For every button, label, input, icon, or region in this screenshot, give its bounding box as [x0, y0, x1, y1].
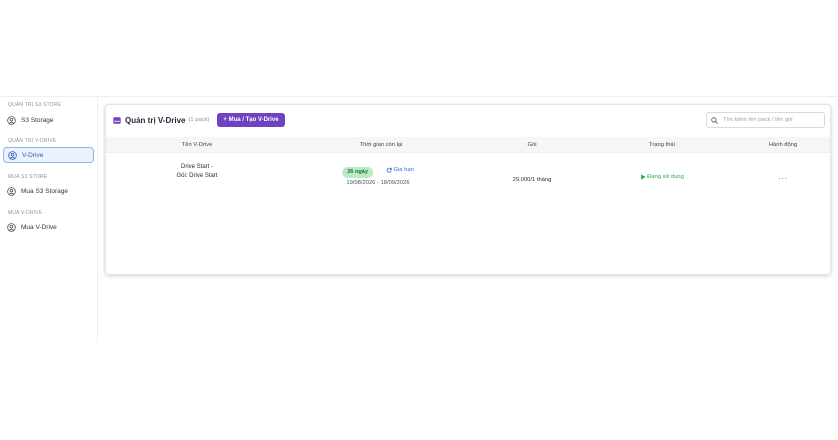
- renew-link[interactable]: Gia hạn: [386, 167, 414, 173]
- plan-price-cell: 29,000/1 tháng: [513, 168, 552, 186]
- user-circle-icon: [7, 222, 16, 232]
- column-header-name: Tên V-Drive: [181, 142, 213, 148]
- column-header-actions: Hành động: [768, 142, 798, 148]
- sidebar-item-buy-s3-storage[interactable]: Mua S3 Storage: [3, 183, 94, 199]
- sidebar: QUẢN TRỊ S3 STORE S3 Storage QUẢN TRỊ V-…: [0, 97, 98, 342]
- pack-plan-name: Gói: Drive Start: [176, 172, 218, 179]
- search-input[interactable]: [723, 117, 823, 123]
- refresh-icon: [386, 167, 393, 173]
- remaining-time-cell: 26 ngày Gia hạn 19/08/2026 - 18/09/2026: [342, 160, 414, 186]
- sidebar-item-label: Mua V-Drive: [21, 223, 57, 231]
- plan-price: 29,000/1 tháng: [512, 177, 552, 183]
- vdrive-management-card: Quản trị V-Drive (1 pack) + Mua / Tạo V-…: [105, 104, 831, 275]
- renew-label: Gia hạn: [393, 167, 414, 173]
- sidebar-item-buy-v-drive[interactable]: Mua V-Drive: [3, 219, 94, 235]
- pack-count: (1 pack): [188, 117, 210, 123]
- subscription-dates: 19/08/2026 - 18/09/2026: [346, 180, 410, 186]
- pack-name: Drive Start -: [180, 164, 214, 170]
- pack-name-cell: Drive Start - Gói: Drive Start: [176, 163, 217, 180]
- buy-create-vdrive-button[interactable]: + Mua / Tạo V-Drive: [217, 113, 285, 127]
- column-header-status: Trạng thái: [649, 142, 675, 148]
- remaining-days-badge: 26 ngày: [342, 167, 374, 178]
- user-circle-icon: [7, 186, 16, 196]
- user-circle-icon: [8, 150, 17, 160]
- status-cell: Đang sử dụng: [640, 167, 684, 185]
- sidebar-section-title-s3-admin: QUẢN TRỊ S3 STORE: [8, 102, 62, 108]
- column-header-plan: Gói: [527, 142, 537, 148]
- page-title: Quản trị V-Drive: [125, 115, 186, 125]
- play-icon: [640, 174, 646, 180]
- user-circle-icon: [7, 115, 16, 125]
- card-header: Quản trị V-Drive (1 pack) + Mua / Tạo V-…: [113, 113, 285, 127]
- search-box[interactable]: [706, 112, 825, 128]
- status-label: Đang sử dụng: [647, 174, 684, 180]
- sidebar-item-label: V-Drive: [22, 151, 44, 159]
- sidebar-item-s3-storage[interactable]: S3 Storage: [3, 112, 94, 128]
- actions-cell: ···: [778, 168, 788, 186]
- more-actions-button[interactable]: ···: [778, 174, 788, 183]
- sidebar-section-title-vdrive-admin: QUẢN TRỊ V-DRIVE: [8, 138, 57, 144]
- sidebar-item-label: S3 Storage: [21, 116, 54, 124]
- sidebar-section-title-buy-vdrive: MUA V-DRIVE: [8, 210, 43, 216]
- table-row: Drive Start - Gói: Drive Start 26 ngày G…: [106, 153, 830, 193]
- sidebar-section-title-buy-s3: MUA S3 STORE: [8, 174, 48, 180]
- sidebar-item-label: Mua S3 Storage: [21, 187, 68, 195]
- drive-icon: [113, 116, 121, 124]
- column-header-remaining: Thời gian còn lại: [359, 142, 403, 148]
- table-header: Tên V-Drive Thời gian còn lại Gói Trạng …: [106, 137, 830, 153]
- search-icon: [711, 116, 718, 124]
- status-badge: Đang sử dụng: [640, 174, 684, 180]
- sidebar-item-v-drive[interactable]: V-Drive: [3, 147, 94, 163]
- top-header-bar: [0, 0, 838, 97]
